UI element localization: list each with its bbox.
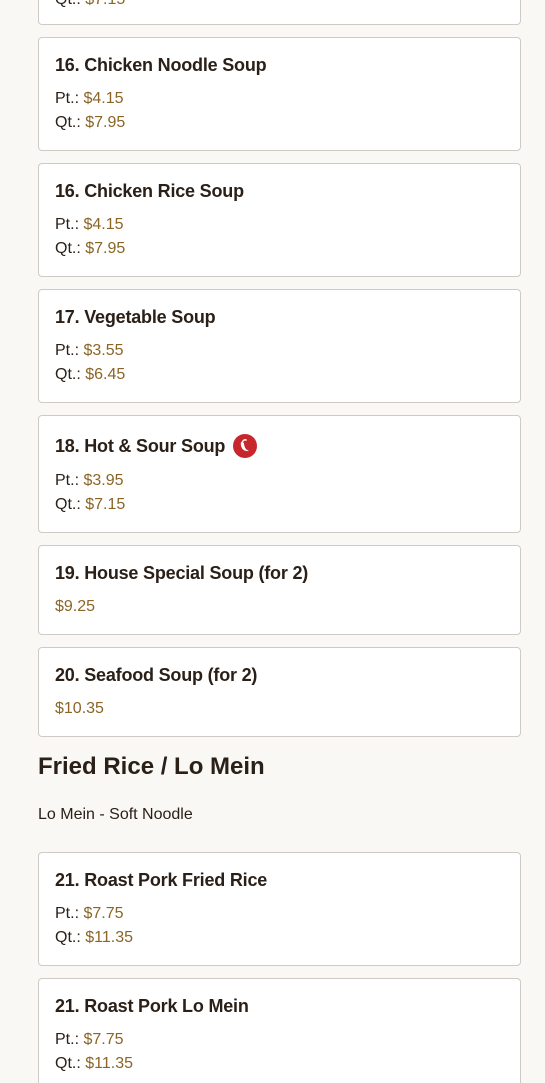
price-label: Pt.: [55,1031,80,1048]
price-label: Qt.: [55,114,81,131]
price-label: Pt.: [55,90,80,107]
menu-item-card[interactable]: 21. Roast Pork Lo Mein Pt.: $7.75 Qt.: $… [38,978,521,1083]
price-label: Pt.: [55,905,80,922]
price-line: Pt.: $3.55 [55,339,504,363]
price-line: Qt.: $6.45 [55,363,504,387]
price-value: $7.15 [85,496,126,513]
menu-item-card[interactable]: 20. Seafood Soup (for 2) $10.35 [38,647,521,737]
price-value: $4.15 [83,216,124,233]
menu-item-name: 16. Chicken Noodle Soup [55,54,267,75]
chili-pepper-icon [233,434,258,458]
price-label: Qt.: [55,496,81,513]
menu-viewport: Qt.: $7.15 16. Chicken Noodle Soup Pt.: … [0,0,545,1083]
menu-item-card[interactable]: 21. Roast Pork Fried Rice Pt.: $7.75 Qt.… [38,852,521,966]
price-value: $7.75 [83,1031,124,1048]
price-label: Qt.: [55,366,81,383]
menu-item-card[interactable]: 16. Chicken Rice Soup Pt.: $4.15 Qt.: $7… [38,163,521,277]
price-line: Qt.: $11.35 [55,1052,504,1076]
price-line: $9.25 [55,595,504,619]
price-value: $9.25 [55,598,96,615]
price-value: $10.35 [55,700,104,717]
price-value: $7.75 [83,905,124,922]
price-value: $7.15 [85,0,125,8]
price-value: $7.95 [85,240,126,257]
price-line: Pt.: $3.95 [55,469,504,493]
menu-item-card[interactable]: 18. Hot & Sour Soup Pt.: $3.95 Qt.: $7.1… [38,415,521,533]
price-line: Qt.: $7.15 [55,0,125,12]
price-value: $11.35 [85,929,133,946]
price-value: $3.95 [83,472,124,489]
price-line: Qt.: $7.95 [55,237,504,261]
menu-item-title-row: 18. Hot & Sour Soup [55,431,504,461]
price-value: $7.95 [85,114,126,131]
price-line: Pt.: $4.15 [55,87,504,111]
price-line: Pt.: $7.75 [55,1028,504,1052]
menu-item-card[interactable]: 17. Vegetable Soup Pt.: $3.55 Qt.: $6.45 [38,289,521,403]
price-label: Qt.: [55,929,81,946]
price-line: $10.35 [55,697,504,721]
menu-item-name: 20. Seafood Soup (for 2) [55,664,258,685]
menu-content: Qt.: $7.15 16. Chicken Noodle Soup Pt.: … [38,0,521,1083]
menu-item-card[interactable]: 19. House Special Soup (for 2) $9.25 [38,545,521,635]
price-label: Pt.: [55,216,80,233]
menu-item-name: 16. Chicken Rice Soup [55,180,244,201]
price-line: Qt.: $7.95 [55,111,504,135]
price-label: Pt.: [55,472,80,489]
price-value: $3.55 [83,342,124,359]
menu-item-name: 17. Vegetable Soup [55,306,216,327]
price-value: $11.35 [85,1055,133,1072]
price-line: Pt.: $7.75 [55,902,504,926]
section-title: Fried Rice / Lo Mein [38,753,265,780]
price-label: Qt.: [55,1055,81,1072]
price-line: Qt.: $7.15 [55,493,504,517]
menu-item-card[interactable]: Qt.: $7.15 [38,0,521,25]
section-description: Lo Mein - Soft Noodle [38,806,193,823]
price-line: Qt.: $11.35 [55,926,504,950]
menu-item-name: 19. House Special Soup (for 2) [55,562,309,583]
price-line: Pt.: $4.15 [55,213,504,237]
price-label: Qt.: [55,240,81,257]
price-value: $4.15 [83,90,124,107]
price-label: Qt.: [55,0,81,8]
price-value: $6.45 [85,366,126,383]
menu-item-name: 21. Roast Pork Fried Rice [55,869,268,890]
menu-item-name: 18. Hot & Sour Soup [55,435,226,456]
price-label: Pt.: [55,342,80,359]
menu-item-name: 21. Roast Pork Lo Mein [55,995,249,1016]
menu-item-card[interactable]: 16. Chicken Noodle Soup Pt.: $4.15 Qt.: … [38,37,521,151]
